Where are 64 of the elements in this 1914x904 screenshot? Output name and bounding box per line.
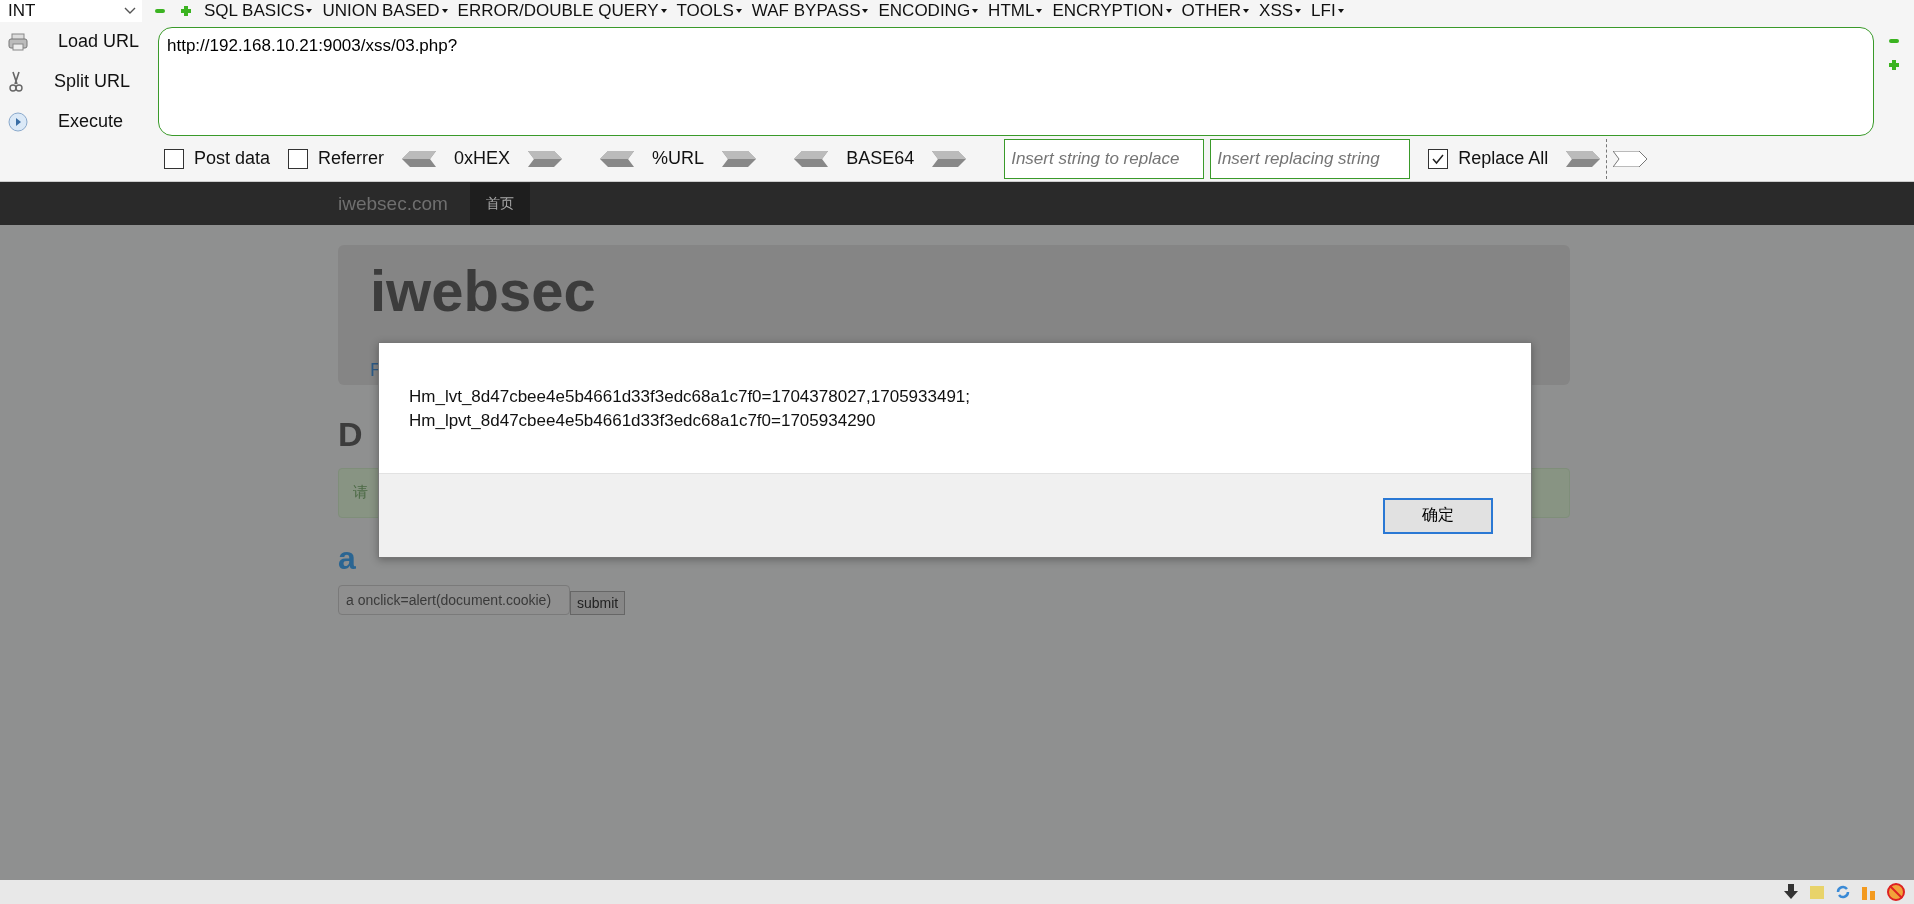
menu-item[interactable]: XSS	[1259, 1, 1302, 21]
nav-tab[interactable]: 首页	[469, 182, 530, 225]
right-arrow-icon[interactable]	[722, 150, 757, 167]
caret-icon	[1036, 9, 1043, 13]
right-arrow-icon[interactable]	[1613, 150, 1648, 167]
right-arrow-icon[interactable]	[528, 150, 563, 167]
caret-icon	[862, 9, 869, 13]
caret-icon	[1165, 9, 1172, 13]
menu-item[interactable]: ENCRYPTION	[1052, 1, 1172, 21]
plus-icon[interactable]	[180, 5, 192, 17]
notice-text: 请	[353, 483, 368, 500]
caret-icon	[1243, 9, 1250, 13]
caret-icon	[660, 9, 667, 13]
menu-item[interactable]: SQL BASICS	[204, 1, 313, 21]
encoder-label: BASE64	[846, 148, 915, 170]
alert-message: Hm_lpvt_8d47cbee4e5b4661d33f3edc68a1c7f0=1705934290	[409, 410, 877, 432]
right-arrow-icon[interactable]	[932, 150, 967, 167]
ok-button[interactable]: 确定	[1383, 497, 1493, 534]
menu-item[interactable]: HTML	[988, 1, 1043, 21]
checkbox-label: Replace All	[1458, 148, 1549, 170]
caret-icon	[441, 9, 448, 13]
alert-message: Hm_lvt_8d47cbee4e5b4661d33f3edc68a1c7f0=1704378027,1705933491;	[409, 386, 972, 408]
caret-icon	[735, 9, 742, 13]
plus-icon[interactable]	[1888, 59, 1900, 71]
scissors-icon[interactable]	[8, 70, 24, 93]
text-field[interactable]: a onclick=alert(document.cookie)	[338, 585, 570, 615]
menu-item[interactable]: TOOLS	[676, 1, 742, 21]
menu-item[interactable]: ENCODING	[878, 1, 979, 21]
checkbox[interactable]	[288, 148, 309, 169]
type-select[interactable]: INT	[0, 0, 142, 22]
download-icon[interactable]	[1782, 883, 1800, 901]
menu-item[interactable]: WAF BYPASS	[751, 1, 869, 21]
play-icon[interactable]	[8, 111, 28, 132]
toolbar-button[interactable]: Split URL	[54, 71, 131, 93]
encoder-label: %URL	[652, 148, 705, 170]
checkbox-label: Referrer	[318, 148, 385, 170]
encoder-label: 0xHEX	[454, 148, 511, 170]
checkbox[interactable]	[1428, 148, 1449, 169]
url-field[interactable]: http://192.168.10.21:9003/xss/03.php?	[158, 27, 1874, 137]
replace-field[interactable]: Insert replacing string	[1210, 138, 1411, 179]
menu-item[interactable]: LFI	[1311, 1, 1344, 21]
find-field[interactable]: Insert string to replace	[1004, 138, 1205, 179]
left-arrow-icon[interactable]	[794, 150, 829, 167]
caret-icon	[1337, 9, 1344, 13]
menu-item[interactable]: OTHER	[1181, 1, 1250, 21]
caret-icon	[972, 9, 979, 13]
submit-button[interactable]: submit	[570, 591, 626, 615]
blocked-icon[interactable]	[1886, 882, 1906, 902]
right-arrow-icon[interactable]	[1566, 150, 1601, 167]
caret-icon	[1295, 9, 1302, 13]
printer-icon[interactable]	[8, 32, 28, 51]
left-arrow-icon[interactable]	[402, 150, 437, 167]
chevron-down-icon[interactable]	[124, 7, 136, 15]
toolbar-button[interactable]: Load URL	[58, 31, 140, 52]
caret-icon	[306, 9, 313, 13]
section-heading: D	[338, 415, 363, 453]
checkbox-label: Post data	[194, 148, 271, 170]
toolbar-button[interactable]: Execute	[58, 111, 124, 133]
checkbox[interactable]	[164, 148, 184, 169]
menu-item[interactable]: ERROR/DOUBLE QUERY	[457, 1, 667, 21]
left-arrow-icon[interactable]	[600, 150, 635, 167]
site-title: iwebsec	[370, 259, 597, 323]
refresh-icon[interactable]	[1834, 883, 1852, 901]
menu-item[interactable]: UNION BASED	[322, 1, 448, 21]
